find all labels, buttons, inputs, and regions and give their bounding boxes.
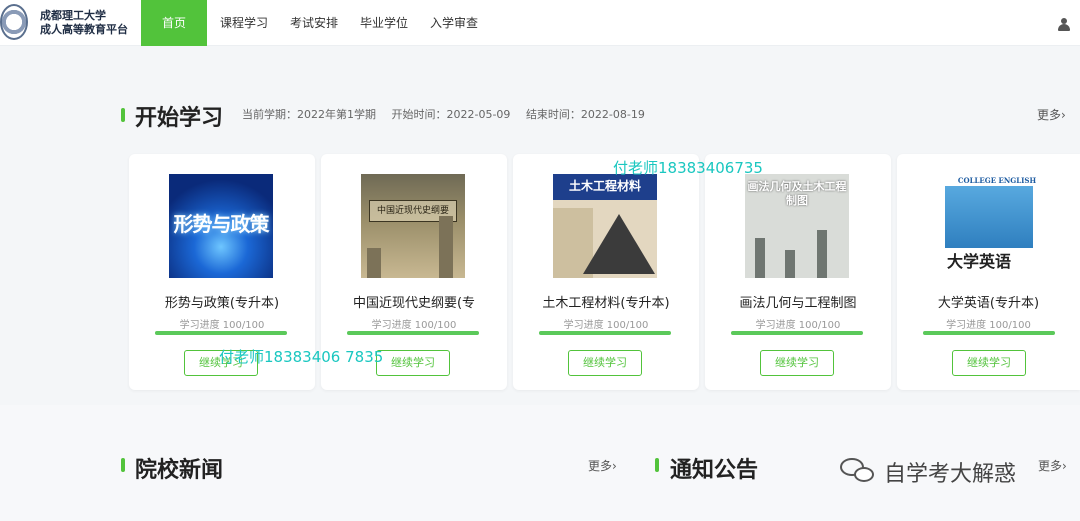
- cover-title: 大学英语: [947, 252, 1012, 271]
- main-nav: 首页 课程学习 考试安排 毕业学位 入学审查: [141, 0, 489, 46]
- cover-building: [755, 238, 765, 278]
- course-cover-image[interactable]: COLLEGE ENGLISH 大学英语: [945, 174, 1049, 278]
- cover-title: 土木工程材料: [568, 179, 641, 193]
- chevron-right-icon: ›: [1062, 459, 1067, 473]
- term-end-date: 结束时间：2022-08-19: [525, 108, 645, 121]
- notice-more-link[interactable]: 更多›: [1038, 457, 1067, 474]
- progress-fill: [923, 331, 1055, 335]
- progress-fill: [347, 331, 479, 335]
- school-name-line2: 成人高等教育平台: [40, 23, 128, 36]
- cover-subtitle: COLLEGE ENGLISH: [957, 176, 1037, 185]
- cover-sea: [945, 186, 1033, 248]
- progress-fill: [731, 331, 863, 335]
- cover-building: [817, 230, 827, 278]
- course-card[interactable]: COLLEGE ENGLISH 大学英语 大学英语(专升本) 学习进度 100/…: [897, 154, 1080, 390]
- news-more-label: 更多: [588, 459, 613, 473]
- notice-more-label: 更多: [1038, 459, 1063, 473]
- progress-label: 学习进度 100/100: [755, 320, 841, 331]
- nav-exam-schedule[interactable]: 考试安排: [279, 0, 349, 46]
- course-card[interactable]: 画法几何及土木工程制图 画法几何与工程制图 学习进度 100/100 继续学习: [705, 154, 891, 390]
- start-study-title: 开始学习: [135, 106, 224, 131]
- wechat-icon: [840, 458, 876, 484]
- course-name[interactable]: 中国近现代史纲要(专: [329, 292, 499, 311]
- current-term: 当前学期：2022年第1学期: [242, 108, 376, 121]
- nav-admission-review[interactable]: 入学审查: [419, 0, 489, 46]
- nav-course-study[interactable]: 课程学习: [209, 0, 279, 46]
- term-info: 当前学期：2022年第1学期 开始时间：2022-05-09 结束时间：2022…: [242, 106, 657, 122]
- progress-bar: [347, 331, 479, 335]
- progress-label: 学习进度 100/100: [563, 320, 649, 331]
- progress-fill: [155, 331, 287, 335]
- user-icon-body: [1058, 24, 1070, 31]
- chevron-right-icon: ›: [1061, 108, 1066, 122]
- section-accent-bar: [655, 458, 659, 472]
- watermark-text: 付老师18383406735: [613, 159, 763, 177]
- notice-title: 通知公告: [670, 458, 759, 483]
- continue-study-button[interactable]: 继续学习: [760, 350, 834, 376]
- progress-bar: [731, 331, 863, 335]
- course-card[interactable]: 土木工程材料 土木工程材料(专升本) 学习进度 100/100 继续学习: [513, 154, 699, 390]
- study-more-link[interactable]: 更多›: [1037, 106, 1066, 123]
- wechat-bubble: [854, 467, 874, 482]
- university-logo-icon[interactable]: [0, 4, 28, 40]
- progress-label: 学习进度 100/100: [946, 320, 1031, 331]
- course-cover-image[interactable]: 中国近现代史纲要: [361, 174, 465, 278]
- nav-home[interactable]: 首页: [141, 0, 207, 46]
- cover-pillar: [367, 248, 381, 278]
- study-more-label: 更多: [1037, 108, 1062, 122]
- continue-study-button[interactable]: 继续学习: [952, 350, 1026, 376]
- watermark-text: 付老师18383406 7835: [219, 348, 384, 366]
- continue-study-button[interactable]: 继续学习: [568, 350, 642, 376]
- cover-building: [785, 250, 795, 278]
- continue-study-button[interactable]: 继续学习: [376, 350, 450, 376]
- chevron-right-icon: ›: [612, 459, 617, 473]
- course-cover-image[interactable]: 土木工程材料: [553, 174, 657, 278]
- cover-pillar: [439, 216, 453, 278]
- progress-label: 学习进度 100/100: [371, 320, 457, 331]
- nav-graduation-degree[interactable]: 毕业学位: [349, 0, 419, 46]
- progress-label: 学习进度 100/100: [179, 320, 265, 331]
- course-cover-image[interactable]: 形势与政策: [169, 174, 273, 278]
- progress-fill: [539, 331, 671, 335]
- school-news-title: 院校新闻: [135, 458, 224, 483]
- news-more-link[interactable]: 更多›: [588, 457, 617, 474]
- course-name[interactable]: 大学英语(专升本): [905, 292, 1072, 311]
- course-name[interactable]: 形势与政策(专升本): [137, 292, 307, 311]
- course-cover-image[interactable]: 画法几何及土木工程制图: [745, 174, 849, 278]
- cover-triangle: [583, 214, 655, 274]
- course-name[interactable]: 土木工程材料(专升本): [521, 292, 691, 311]
- user-icon[interactable]: [1058, 18, 1070, 31]
- course-name[interactable]: 画法几何与工程制图: [713, 292, 883, 311]
- section-accent-bar: [121, 458, 125, 472]
- progress-bar: [155, 331, 287, 335]
- progress-bar: [923, 331, 1055, 335]
- term-start-date: 开始时间：2022-05-09: [391, 108, 511, 121]
- progress-bar: [539, 331, 671, 335]
- section-accent-bar: [121, 108, 125, 122]
- brand-watermark: 自学考大解惑: [884, 462, 1017, 487]
- cover-title: 画法几何及土木工程制图: [747, 180, 847, 207]
- school-name[interactable]: 成都理工大学 成人高等教育平台: [40, 9, 128, 37]
- top-navigation-bar: 成都理工大学 成人高等教育平台 首页 课程学习 考试安排 毕业学位 入学审查: [0, 0, 1080, 46]
- cover-title: 形势与政策: [173, 212, 270, 236]
- school-name-line1: 成都理工大学: [40, 9, 106, 22]
